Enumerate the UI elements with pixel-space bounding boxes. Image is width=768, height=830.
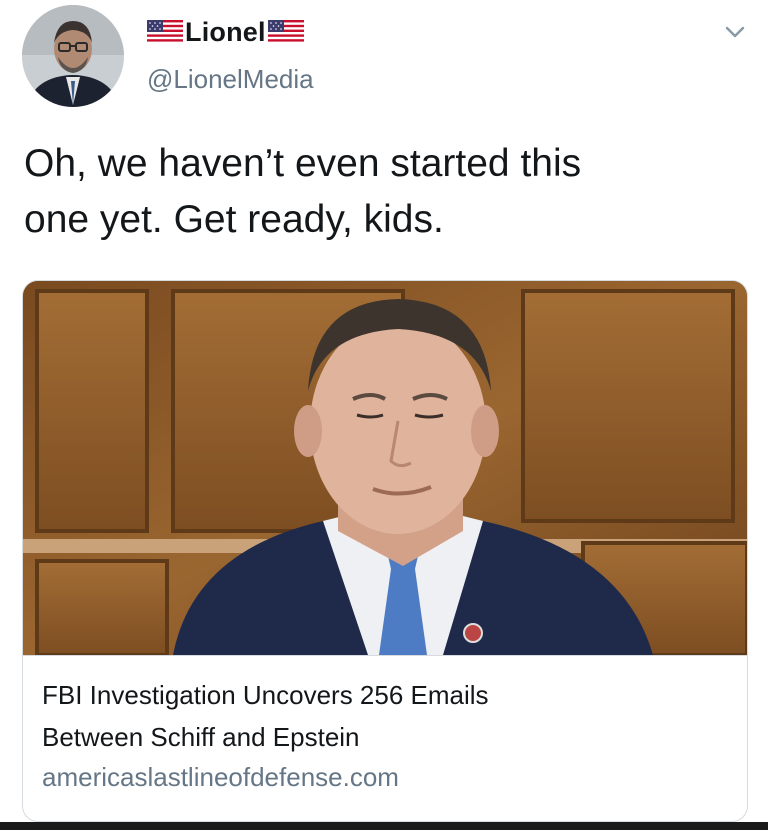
chevron-down-icon[interactable] <box>724 24 746 40</box>
card-photo <box>23 281 747 657</box>
us-flag-icon <box>267 20 304 44</box>
card-image[interactable] <box>23 281 747 657</box>
avatar-photo <box>22 5 124 107</box>
us-flag-icon <box>147 20 183 44</box>
display-name[interactable]: Lionel <box>185 17 266 48</box>
bottom-edge <box>0 822 768 830</box>
author-handle[interactable]: @LionelMedia <box>147 64 314 95</box>
tweet-text: Oh, we haven’t even started this one yet… <box>24 142 582 241</box>
card-domain[interactable]: americaslastlineofdefense.com <box>42 762 399 793</box>
card-title[interactable]: FBI Investigation Uncovers 256 Emails Be… <box>42 674 722 758</box>
card-body[interactable]: FBI Investigation Uncovers 256 Emails Be… <box>23 655 747 821</box>
link-card[interactable]: FBI Investigation Uncovers 256 Emails Be… <box>22 280 748 822</box>
avatar[interactable] <box>22 5 124 107</box>
tweet: Lionel @LionelMedia Oh, we haven’t even … <box>0 0 768 830</box>
author-name-row[interactable]: Lionel <box>147 16 304 48</box>
